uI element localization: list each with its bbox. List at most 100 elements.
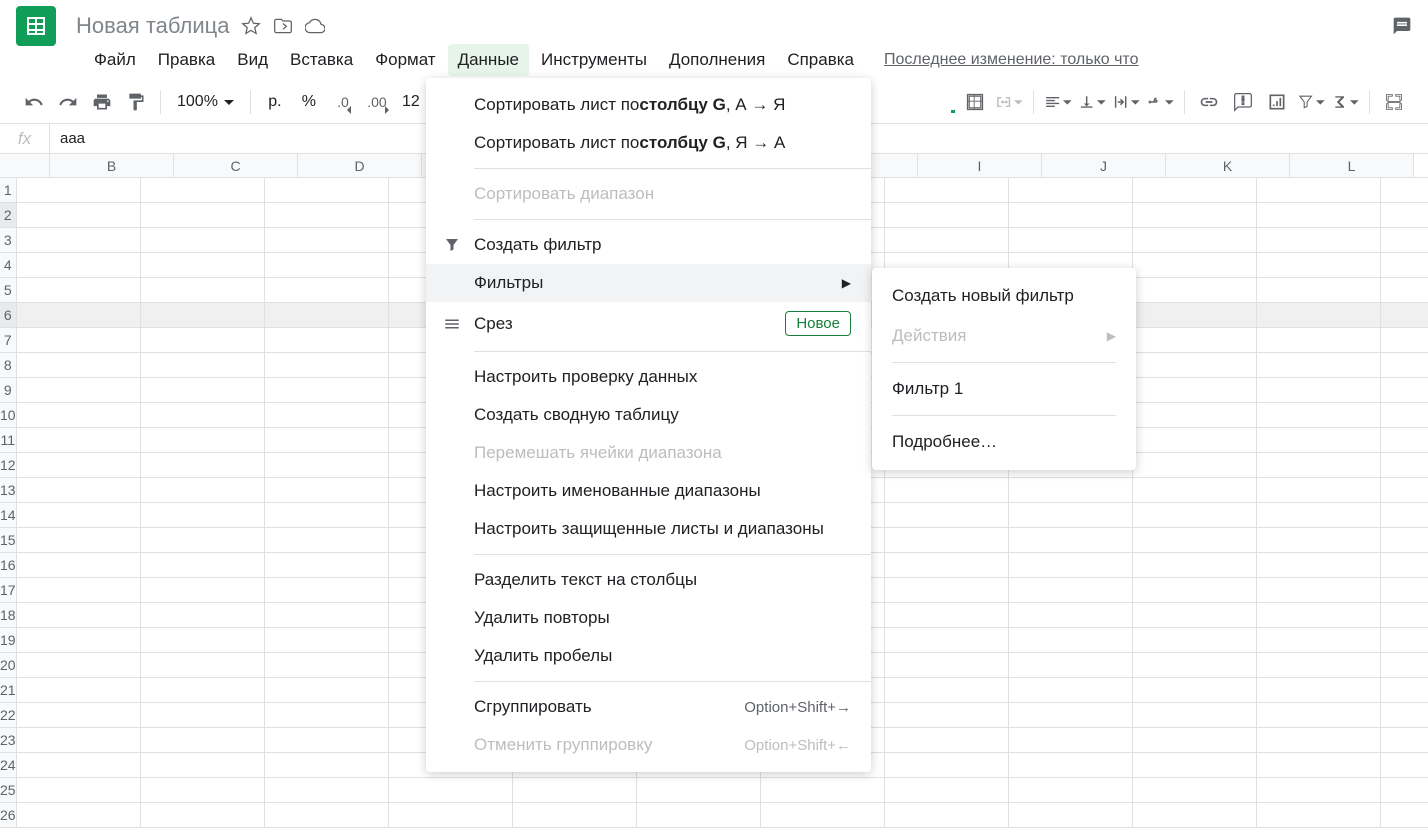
cell[interactable]	[141, 203, 265, 228]
cell[interactable]	[1381, 503, 1428, 528]
cell[interactable]	[265, 253, 389, 278]
cell[interactable]	[1381, 478, 1428, 503]
cell[interactable]	[1381, 778, 1428, 803]
cell[interactable]	[1381, 328, 1428, 353]
sheets-logo[interactable]	[16, 6, 56, 46]
cell[interactable]	[17, 203, 141, 228]
move-icon[interactable]	[273, 16, 293, 36]
cell[interactable]	[1257, 503, 1381, 528]
row-header[interactable]: 1	[0, 178, 17, 203]
cell[interactable]	[265, 428, 389, 453]
cell[interactable]	[265, 753, 389, 778]
decrease-decimal-icon[interactable]: .0	[329, 88, 357, 116]
cell[interactable]	[1133, 353, 1257, 378]
cell[interactable]	[265, 353, 389, 378]
row-header[interactable]: 8	[0, 353, 17, 378]
cell[interactable]	[1257, 778, 1381, 803]
cell[interactable]	[265, 453, 389, 478]
cell[interactable]	[17, 228, 141, 253]
cell[interactable]	[885, 528, 1009, 553]
col-header[interactable]: I	[918, 154, 1042, 177]
cell[interactable]	[1381, 528, 1428, 553]
cell[interactable]	[513, 778, 637, 803]
cell[interactable]	[885, 553, 1009, 578]
cell[interactable]	[885, 478, 1009, 503]
cell[interactable]	[885, 178, 1009, 203]
cell[interactable]	[1133, 728, 1257, 753]
cell[interactable]	[1257, 353, 1381, 378]
col-header[interactable]: J	[1042, 154, 1166, 177]
cell[interactable]	[1133, 628, 1257, 653]
cell[interactable]	[1009, 578, 1133, 603]
expand-icon[interactable]	[1380, 88, 1408, 116]
cell[interactable]	[1009, 228, 1133, 253]
row-header[interactable]: 20	[0, 653, 17, 678]
comments-icon[interactable]	[1392, 16, 1412, 36]
row-header[interactable]: 24	[0, 753, 17, 778]
cell[interactable]	[1133, 378, 1257, 403]
cell[interactable]	[265, 303, 389, 328]
row-header[interactable]: 6	[0, 303, 17, 328]
cell[interactable]	[265, 328, 389, 353]
menu-help[interactable]: Справка	[777, 44, 864, 76]
cell[interactable]	[265, 478, 389, 503]
cell[interactable]	[1009, 603, 1133, 628]
cell[interactable]	[1381, 628, 1428, 653]
menu-pivot-table[interactable]: Создать сводную таблицу	[426, 396, 871, 434]
row-header[interactable]: 10	[0, 403, 17, 428]
cell[interactable]	[1009, 178, 1133, 203]
cell[interactable]	[1381, 553, 1428, 578]
row-header[interactable]: 7	[0, 328, 17, 353]
cell[interactable]	[1133, 253, 1257, 278]
cell[interactable]	[17, 303, 141, 328]
cell[interactable]	[1133, 428, 1257, 453]
cell[interactable]	[265, 678, 389, 703]
row-header[interactable]: 19	[0, 628, 17, 653]
cell[interactable]	[141, 328, 265, 353]
fx-label[interactable]: fx	[0, 124, 50, 153]
cell[interactable]	[1381, 703, 1428, 728]
cell[interactable]	[141, 403, 265, 428]
cell[interactable]	[1381, 803, 1428, 828]
submenu-create-new-filter[interactable]: Создать новый фильтр	[872, 276, 1136, 316]
cell[interactable]	[17, 753, 141, 778]
cell[interactable]	[1381, 303, 1428, 328]
cell[interactable]	[1133, 678, 1257, 703]
text-rotation-icon[interactable]	[1146, 88, 1174, 116]
col-header[interactable]: C	[174, 154, 298, 177]
menu-format[interactable]: Формат	[365, 44, 445, 76]
cell[interactable]	[885, 603, 1009, 628]
menu-named-ranges[interactable]: Настроить именованные диапазоны	[426, 472, 871, 510]
cell[interactable]	[17, 553, 141, 578]
row-header[interactable]: 26	[0, 803, 17, 828]
star-icon[interactable]	[241, 16, 261, 36]
cell[interactable]	[141, 228, 265, 253]
currency-button[interactable]: р.	[261, 88, 289, 116]
cell[interactable]	[1009, 628, 1133, 653]
merge-cells-icon[interactable]	[995, 88, 1023, 116]
menu-file[interactable]: Файл	[84, 44, 146, 76]
cell[interactable]	[1133, 528, 1257, 553]
functions-icon[interactable]	[1331, 88, 1359, 116]
cell[interactable]	[17, 403, 141, 428]
cell[interactable]	[885, 778, 1009, 803]
insert-comment-icon[interactable]	[1229, 88, 1257, 116]
cell[interactable]	[17, 453, 141, 478]
row-header[interactable]: 3	[0, 228, 17, 253]
cell[interactable]	[1257, 553, 1381, 578]
cell[interactable]	[1381, 203, 1428, 228]
cell[interactable]	[1257, 278, 1381, 303]
cell[interactable]	[141, 803, 265, 828]
menu-insert[interactable]: Вставка	[280, 44, 363, 76]
cell[interactable]	[885, 678, 1009, 703]
cell[interactable]	[1009, 778, 1133, 803]
cell[interactable]	[1381, 653, 1428, 678]
cell[interactable]	[265, 278, 389, 303]
row-header[interactable]: 13	[0, 478, 17, 503]
doc-title[interactable]: Новая таблица	[76, 13, 229, 39]
menu-data[interactable]: Данные	[448, 44, 529, 76]
cell[interactable]	[17, 528, 141, 553]
cell[interactable]	[1133, 553, 1257, 578]
cell[interactable]	[17, 278, 141, 303]
cell[interactable]	[1257, 453, 1381, 478]
